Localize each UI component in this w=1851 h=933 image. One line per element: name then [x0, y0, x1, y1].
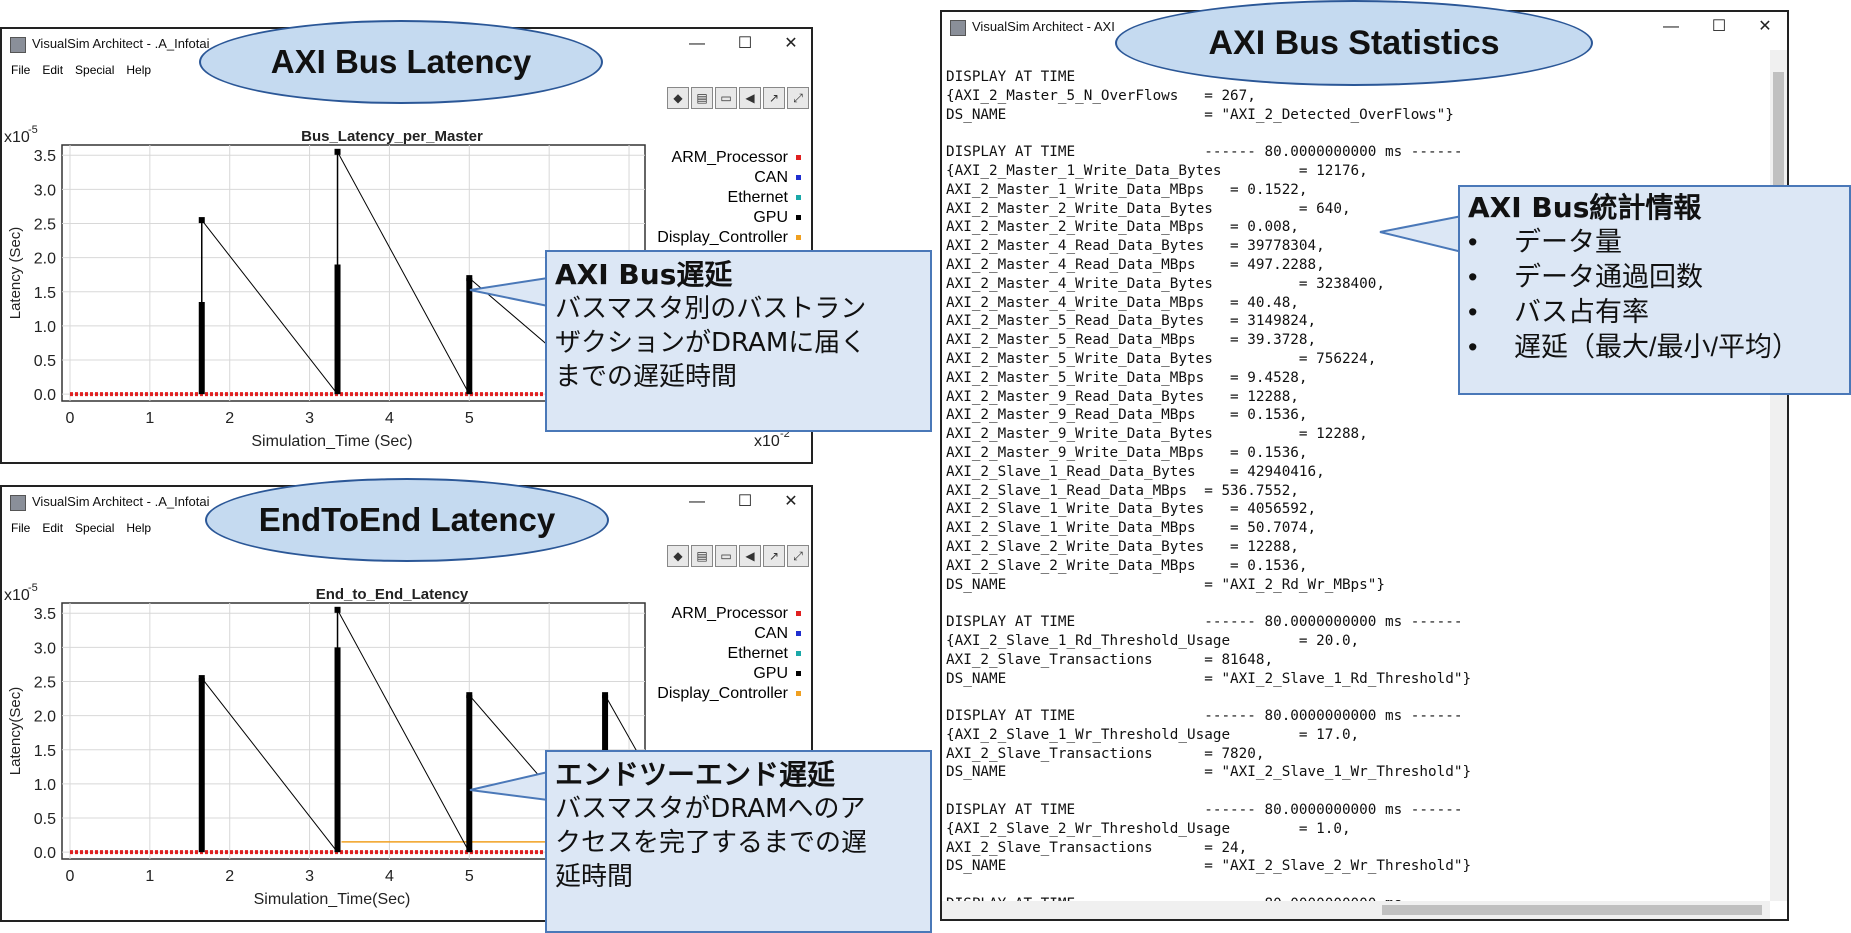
callout-bullets: • データ量 • データ通過回数 • バス占有率 • 遅延（最大/最小/平均） [1468, 225, 1841, 365]
statistics-bubble: AXI Bus Statistics [1115, 0, 1593, 86]
callout-line: ザクションがDRAMに届く [555, 328, 867, 358]
callout-line: バスマスタがDRAMへのア [555, 794, 866, 824]
callout-heading: AXI Bus統計情報 [1468, 191, 1702, 224]
callout-line: バスマスタ別のバストラン [555, 294, 867, 324]
latency-bubble: AXI Bus Latency [199, 20, 603, 104]
callout-line: までの遅延時間 [555, 362, 738, 392]
callout-pointer [469, 276, 549, 308]
bullet-item: • データ量 [1468, 227, 1622, 257]
callout-heading: エンドツーエンド遅延 [555, 758, 836, 791]
callout-heading: AXI Bus遅延 [555, 258, 733, 291]
callout-pointer [469, 770, 549, 802]
callout-pointer [1379, 214, 1463, 254]
callout-line: 延時間 [555, 862, 634, 892]
bullet-item: • 遅延（最大/最小/平均） [1468, 332, 1800, 362]
bullet-item: • データ通過回数 [1468, 262, 1703, 292]
bullet-item: • バス占有率 [1468, 297, 1649, 327]
callout-line: クセスを完了するまでの遅 [555, 828, 868, 858]
end-to-end-bubble: EndToEnd Latency [205, 478, 609, 562]
